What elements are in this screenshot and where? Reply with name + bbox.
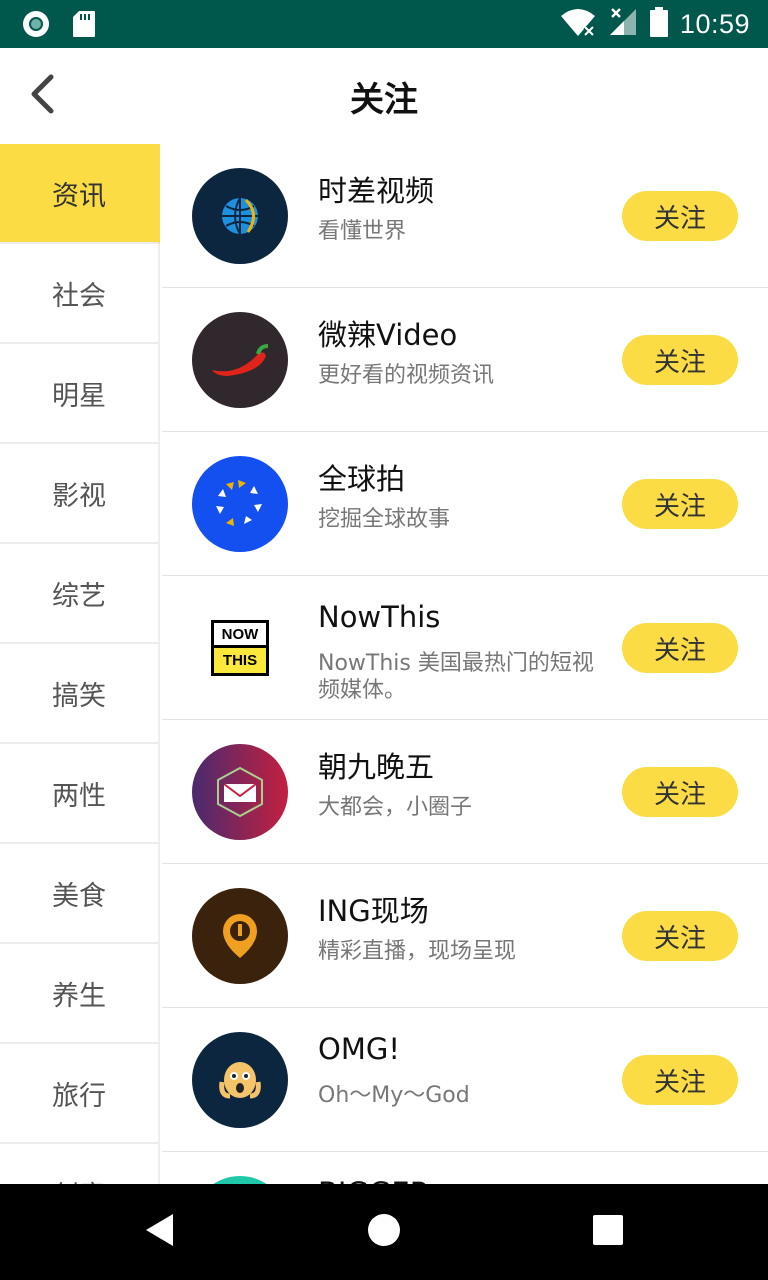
category-item-health[interactable]: 养生 [0, 944, 160, 1044]
channel-name: ING现场 [318, 894, 429, 928]
status-bar: 10:59 [0, 0, 768, 48]
channel-desc: NowThis 美国最热门的短视频媒体。 [318, 651, 594, 703]
follow-button[interactable]: 关注 [622, 623, 738, 673]
channel-name: BIGGER [318, 1176, 430, 1184]
channel-name: NowThis [318, 600, 441, 634]
system-nav-bar [0, 1184, 768, 1280]
channel-row[interactable]: 全球拍 挖掘全球故事 关注 [162, 432, 768, 576]
channel-name: OMG! [318, 1032, 400, 1066]
channel-row[interactable]: OMG! Oh～My～God 关注 [162, 1008, 768, 1152]
home-circle-icon [366, 1212, 402, 1252]
globe-logo-icon [192, 168, 288, 264]
status-time: 10:59 [679, 8, 750, 39]
channel-desc: 挖掘全球故事 [318, 507, 451, 532]
channel-logo-icon [192, 1176, 288, 1184]
chili-logo-icon [192, 312, 288, 408]
channel-row[interactable]: ING现场 精彩直播，现场呈现 关注 [162, 864, 768, 1008]
battery-icon [649, 7, 668, 41]
channel-row[interactable]: 时差视频 看懂世界 关注 [162, 144, 768, 288]
channel-row[interactable]: BIGGER 关注 [162, 1152, 768, 1184]
header: 关注 [0, 48, 768, 144]
nav-recents-button[interactable] [578, 1202, 638, 1262]
follow-button[interactable]: 关注 [622, 911, 738, 961]
follow-button[interactable]: 关注 [622, 767, 738, 817]
nav-home-button[interactable] [354, 1202, 414, 1262]
channel-desc: 看懂世界 [318, 219, 407, 244]
envelope-cube-logo-icon [192, 744, 288, 840]
follow-button[interactable]: 关注 [622, 191, 738, 241]
recents-square-icon [592, 1214, 624, 1250]
follow-button[interactable]: 关注 [622, 479, 738, 529]
channel-name: 全球拍 [318, 462, 406, 496]
category-item-travel[interactable]: 旅行 [0, 1044, 160, 1144]
signal-icon [608, 7, 638, 41]
category-item-variety[interactable]: 综艺 [0, 544, 160, 644]
category-item-celebrity[interactable]: 明星 [0, 344, 160, 444]
category-item-society[interactable]: 社会 [0, 244, 160, 344]
category-item-food[interactable]: 美食 [0, 844, 160, 944]
nav-back-button[interactable] [130, 1202, 190, 1262]
category-item-gender[interactable]: 两性 [0, 744, 160, 844]
category-item-news[interactable]: 资讯 [0, 144, 160, 244]
page-title: 关注 [350, 80, 418, 120]
channel-row[interactable]: 朝九晚五 大都会，小圈子 关注 [162, 720, 768, 864]
category-item-funny[interactable]: 搞笑 [0, 644, 160, 744]
channel-row[interactable]: NOW THIS NowThis NowThis 美国最热门的短视频媒体。 关注 [162, 576, 768, 720]
channel-list: 时差视频 看懂世界 关注 微辣Video 更好看的视频资讯 关注 全球拍 挖掘全… [162, 144, 768, 1184]
channel-desc: 大都会，小圈子 [318, 795, 473, 820]
screen: 10:59 关注 资讯 社会 明星 影视 综艺 搞笑 两性 美食 养生 旅行 创… [0, 0, 768, 1280]
channel-desc: Oh～My～God [318, 1083, 470, 1108]
category-item-creative[interactable]: 创意 [0, 1144, 160, 1184]
wifi-icon [560, 7, 596, 41]
category-item-film[interactable]: 影视 [0, 444, 160, 544]
triangles-logo-icon [192, 456, 288, 552]
follow-button[interactable]: 关注 [622, 1055, 738, 1105]
channel-name: 微辣Video [318, 318, 458, 352]
nowthis-logo: NOW THIS [192, 600, 288, 696]
follow-button[interactable]: 关注 [622, 335, 738, 385]
back-triangle-icon [143, 1212, 177, 1252]
category-sidebar: 资讯 社会 明星 影视 综艺 搞笑 两性 美食 养生 旅行 创意 [0, 144, 160, 1184]
circle-app-icon [22, 10, 50, 42]
channel-name: 朝九晚五 [318, 750, 435, 784]
scream-face-icon [192, 1032, 288, 1128]
channel-row[interactable]: 微辣Video 更好看的视频资讯 关注 [162, 288, 768, 432]
channel-name: 时差视频 [318, 174, 435, 208]
channel-desc: 精彩直播，现场呈现 [318, 939, 517, 964]
channel-desc: 更好看的视频资讯 [318, 363, 495, 388]
location-pin-icon [192, 888, 288, 984]
sd-card-icon [72, 10, 96, 42]
